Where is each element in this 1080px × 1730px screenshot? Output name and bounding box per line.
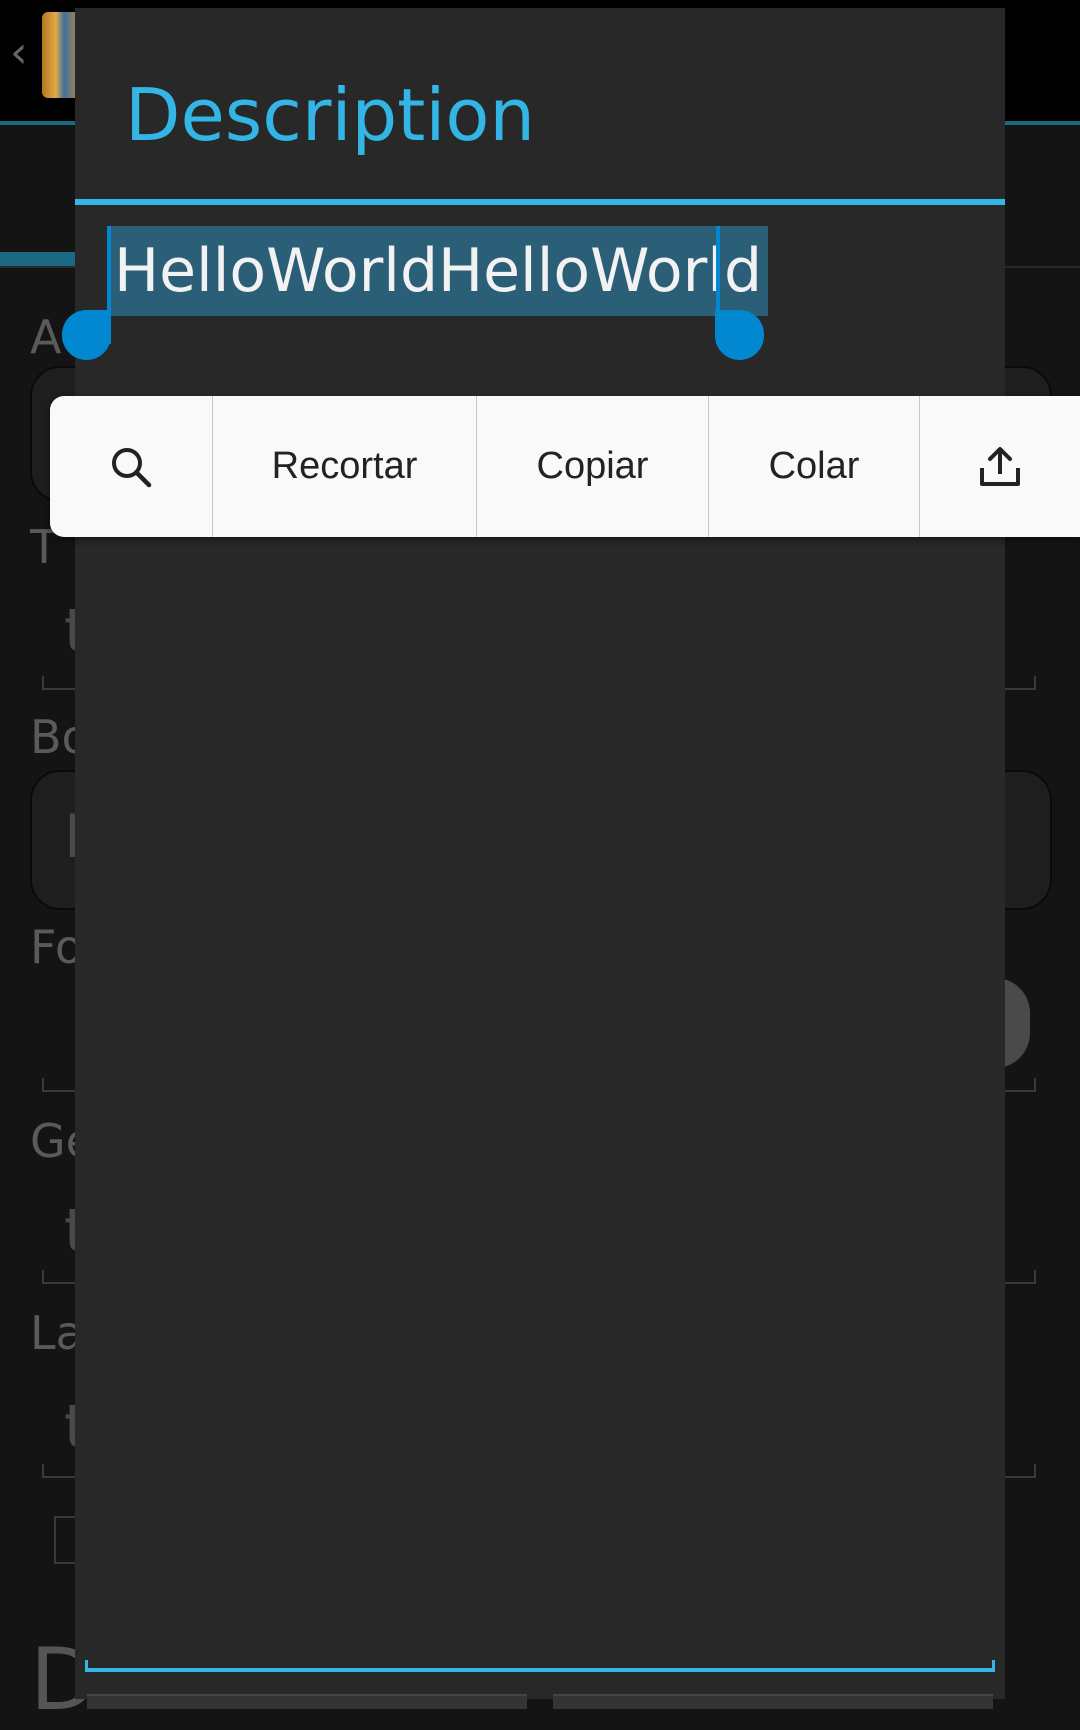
search-icon	[112, 447, 152, 487]
back-chevron-icon[interactable]: ‹	[10, 28, 40, 78]
input-underline	[85, 1660, 995, 1672]
dialog-button-right[interactable]	[553, 1694, 993, 1709]
background-label: A	[30, 310, 62, 364]
description-dialog: Description HelloWorldHelloWorld	[62, 8, 1005, 1709]
selection-end-handle[interactable]	[715, 310, 764, 360]
dialog-title: Description	[125, 73, 536, 157]
cut-button[interactable]: Recortar	[213, 396, 477, 537]
selected-text[interactable]: HelloWorldHelloWorld	[108, 226, 769, 316]
selection-start-handle[interactable]	[62, 310, 111, 360]
share-button[interactable]	[920, 396, 1080, 537]
dialog-button-left[interactable]	[87, 1694, 527, 1709]
text-selection-toolbar: Recortar Copiar Colar	[50, 396, 1080, 537]
paste-button[interactable]: Colar	[709, 396, 920, 537]
dialog-title-divider	[75, 199, 1005, 205]
search-button[interactable]	[50, 396, 213, 537]
copy-button[interactable]: Copiar	[477, 396, 709, 537]
share-icon	[980, 446, 1020, 486]
